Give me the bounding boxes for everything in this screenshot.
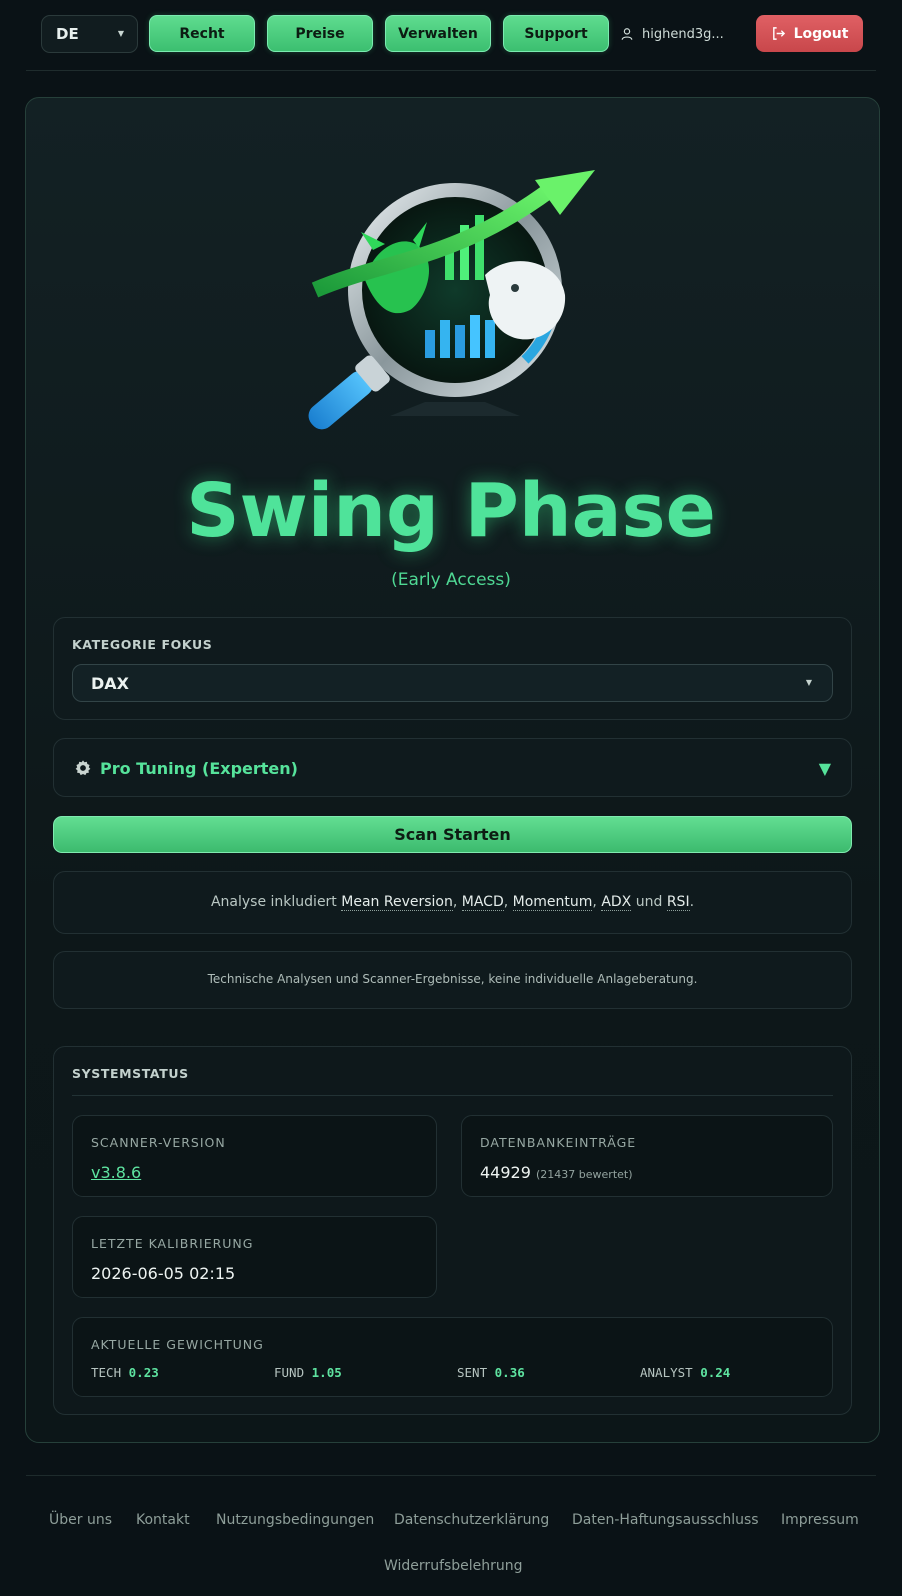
chevron-down-icon: ▼ bbox=[805, 678, 812, 687]
calibration-label: LETZTE KALIBRIERUNG bbox=[91, 1236, 254, 1251]
pro-tuning-toggle[interactable]: Pro Tuning (Experten) ▼ bbox=[74, 739, 831, 797]
footer-divider bbox=[26, 1475, 876, 1476]
footer-link-privacy[interactable]: Datenschutzerklärung bbox=[394, 1512, 549, 1528]
disclaimer-panel: Technische Analysen und Scanner-Ergebnis… bbox=[53, 951, 852, 1009]
calibration-card: LETZTE KALIBRIERUNG 2026-06-05 02:15 bbox=[72, 1216, 437, 1298]
logout-icon bbox=[772, 27, 785, 40]
analysis-conjunction: und bbox=[635, 894, 663, 910]
db-entries-label: DATENBANKEINTRÄGE bbox=[480, 1135, 637, 1150]
weights-label: AKTUELLE GEWICHTUNG bbox=[91, 1337, 264, 1352]
footer-link-terms[interactable]: Nutzungsbedingungen bbox=[216, 1512, 374, 1528]
user-icon bbox=[621, 28, 633, 40]
weight-tech: TECH 0.23 bbox=[91, 1365, 159, 1380]
system-status-panel: SYSTEMSTATUS SCANNER-VERSION v3.8.6 DATE… bbox=[53, 1046, 852, 1415]
footer-link-contact[interactable]: Kontakt bbox=[136, 1512, 190, 1528]
term-rsi[interactable]: RSI bbox=[666, 894, 690, 911]
db-entries-value: 44929 (21437 bewertet) bbox=[480, 1163, 633, 1182]
footer-link-about[interactable]: Über uns bbox=[49, 1512, 112, 1528]
category-value: DAX bbox=[91, 673, 129, 693]
analysis-info-text: Analyse inkludiert Mean Reversion, MACD,… bbox=[210, 894, 695, 911]
user-account[interactable]: highend3g... bbox=[620, 24, 724, 44]
nav-button-verwalten[interactable]: Verwalten bbox=[385, 15, 491, 52]
system-status-title: SYSTEMSTATUS bbox=[72, 1066, 189, 1081]
nav-divider bbox=[26, 70, 876, 71]
language-value: DE bbox=[56, 25, 79, 43]
term-macd[interactable]: MACD bbox=[461, 894, 504, 911]
calibration-value: 2026-06-05 02:15 bbox=[91, 1264, 236, 1283]
term-mean-reversion[interactable]: Mean Reversion bbox=[341, 894, 453, 911]
analysis-info-panel: Analyse inkludiert Mean Reversion, MACD,… bbox=[53, 871, 852, 934]
logout-button[interactable]: Logout bbox=[756, 15, 863, 52]
disclaimer-text: Technische Analysen und Scanner-Ergebnis… bbox=[207, 972, 698, 986]
expand-caret-icon: ▼ bbox=[818, 758, 831, 778]
swing-phase-logo bbox=[308, 170, 595, 430]
chevron-down-icon: ▼ bbox=[117, 29, 124, 38]
db-entries-count: 44929 bbox=[480, 1163, 531, 1182]
logout-label: Logout bbox=[793, 25, 849, 42]
weight-analyst: ANALYST 0.24 bbox=[640, 1365, 731, 1380]
scanner-version-label: SCANNER-VERSION bbox=[91, 1135, 226, 1150]
category-label: KATEGORIE FOKUS bbox=[72, 637, 213, 652]
pro-tuning-label: Pro Tuning (Experten) bbox=[100, 758, 298, 778]
footer-link-data-disclaimer[interactable]: Daten-Haftungsausschluss bbox=[572, 1512, 759, 1528]
category-select[interactable]: DAX ▼ bbox=[72, 664, 833, 702]
top-navigation: DE ▼ Recht Preise Verwalten Support high… bbox=[0, 0, 902, 70]
nav-button-recht[interactable]: Recht bbox=[149, 15, 255, 52]
footer-link-withdrawal[interactable]: Widerrufsbelehrung bbox=[384, 1558, 523, 1574]
status-divider bbox=[72, 1095, 833, 1096]
gear-icon bbox=[75, 760, 91, 776]
nav-button-support[interactable]: Support bbox=[503, 15, 609, 52]
language-select[interactable]: DE ▼ bbox=[41, 15, 138, 53]
weight-sent: SENT 0.36 bbox=[457, 1365, 525, 1380]
category-panel: KATEGORIE FOKUS DAX ▼ bbox=[53, 617, 852, 720]
term-adx[interactable]: ADX bbox=[601, 894, 632, 911]
analysis-prefix: Analyse inkludiert bbox=[210, 894, 337, 910]
scanner-version-link[interactable]: v3.8.6 bbox=[91, 1163, 141, 1182]
db-entries-card: DATENBANKEINTRÄGE 44929 (21437 bewertet) bbox=[461, 1115, 833, 1197]
scanner-version-card: SCANNER-VERSION v3.8.6 bbox=[72, 1115, 437, 1197]
pro-tuning-panel[interactable]: Pro Tuning (Experten) ▼ bbox=[53, 738, 852, 797]
term-momentum[interactable]: Momentum bbox=[512, 894, 593, 911]
footer-link-imprint[interactable]: Impressum bbox=[781, 1512, 859, 1528]
app-subtitle: (Early Access) bbox=[391, 570, 511, 590]
nav-button-preise[interactable]: Preise bbox=[267, 15, 373, 52]
username: highend3g... bbox=[642, 26, 724, 42]
app-title: Swing Phase bbox=[186, 468, 716, 554]
db-entries-note: (21437 bewertet) bbox=[536, 1168, 633, 1181]
weights-card: AKTUELLE GEWICHTUNG TECH 0.23 FUND 1.05 … bbox=[72, 1317, 833, 1397]
weight-fund: FUND 1.05 bbox=[274, 1365, 342, 1380]
weights-row: TECH 0.23 FUND 1.05 SENT 0.36 ANALYST 0.… bbox=[91, 1365, 811, 1383]
scan-start-button[interactable]: Scan Starten bbox=[53, 816, 852, 853]
